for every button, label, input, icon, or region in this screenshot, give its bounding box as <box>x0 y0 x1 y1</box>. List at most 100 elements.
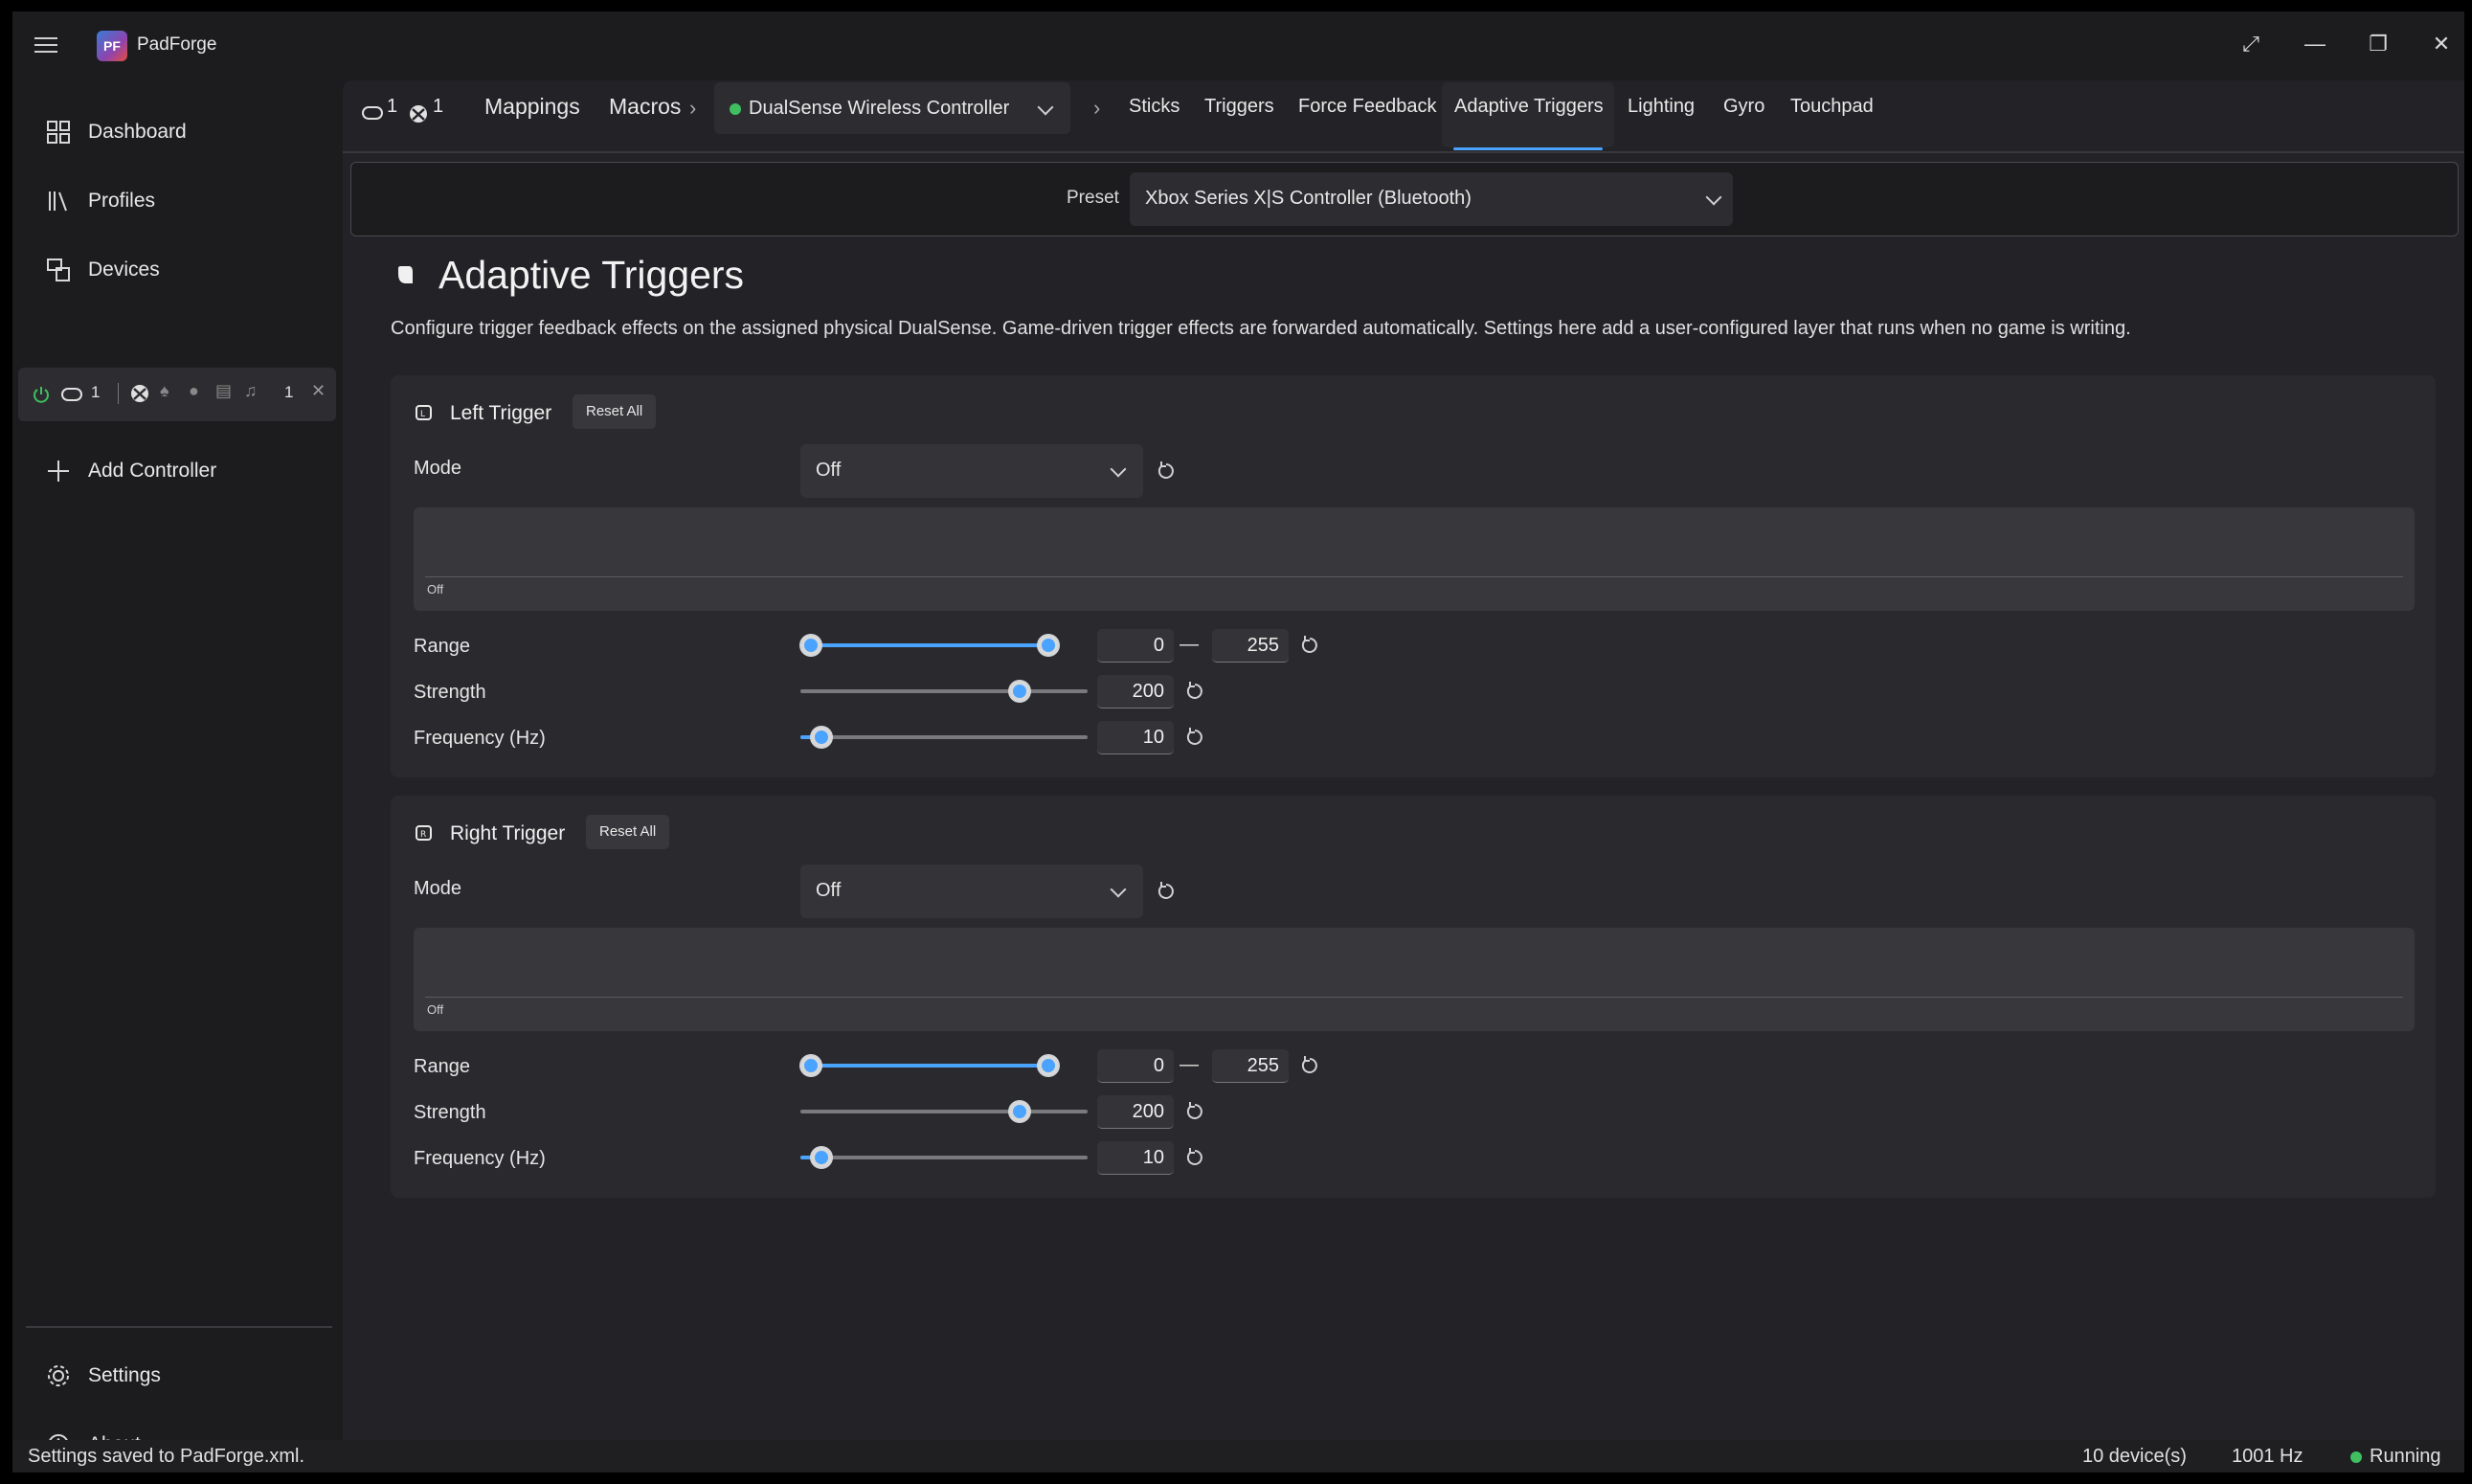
frequency-slider[interactable] <box>800 1143 1088 1172</box>
user-icon[interactable]: ● <box>189 381 199 401</box>
power-icon[interactable] <box>32 385 51 404</box>
xbox-icon <box>410 105 427 123</box>
reset-all-button[interactable]: Reset All <box>573 394 657 429</box>
effect-preview: Off <box>414 507 2415 611</box>
mode-value: Off <box>816 880 842 901</box>
tab-sticks[interactable]: Sticks <box>1129 96 1180 118</box>
tab-gyro[interactable]: Gyro <box>1723 96 1764 118</box>
midi-icon[interactable]: ♫ <box>244 381 258 401</box>
add-controller-button[interactable]: Add Controller <box>26 444 332 498</box>
svg-text:R: R <box>420 830 426 840</box>
effect-preview: Off <box>414 928 2415 1031</box>
range-min-thumb[interactable] <box>800 1055 821 1076</box>
mode-value: Off <box>816 460 842 481</box>
reset-frequency-icon[interactable] <box>1181 724 1208 751</box>
right-trigger-card: R Right Trigger Reset All Mode Off Off R… <box>391 796 2436 1198</box>
tab-adaptive-triggers[interactable]: Adaptive Triggers <box>1454 96 1604 118</box>
range-max-input[interactable]: 255 <box>1212 1049 1289 1083</box>
strength-input[interactable]: 200 <box>1097 675 1174 708</box>
sidebar-item-profiles[interactable]: Profiles <box>26 174 332 228</box>
slider-track <box>800 735 1088 739</box>
range-slider[interactable] <box>800 1051 1059 1080</box>
tab-touchpad[interactable]: Touchpad <box>1790 96 1874 118</box>
xbox-slot-count[interactable]: 1 <box>433 96 443 118</box>
range-label: Range <box>414 636 470 657</box>
range-min-input[interactable]: 0 <box>1097 1049 1174 1083</box>
plus-icon <box>48 461 69 482</box>
gamepad-slot-count[interactable]: 1 <box>387 96 397 118</box>
mode-label: Mode <box>414 458 462 479</box>
sidebar-item-devices[interactable]: Devices <box>26 243 332 297</box>
card-title: Left Trigger <box>450 402 552 424</box>
main-content: 1 1 Mappings Macros › DualSense Wireless… <box>343 80 2464 1440</box>
tab-force-feedback[interactable]: Force Feedback <box>1298 96 1437 118</box>
range-max-thumb[interactable] <box>1038 1055 1059 1076</box>
reset-strength-icon[interactable] <box>1181 678 1208 705</box>
tab-mappings[interactable]: Mappings <box>484 94 580 120</box>
frequency-input[interactable]: 10 <box>1097 1141 1174 1175</box>
card-title: Right Trigger <box>450 822 566 844</box>
gamepad-icon <box>61 388 82 401</box>
strength-thumb[interactable] <box>1009 681 1031 702</box>
frequency-slider[interactable] <box>800 723 1088 752</box>
range-max-input[interactable]: 255 <box>1212 629 1289 663</box>
reset-range-icon[interactable] <box>1296 632 1323 659</box>
sidebar-item-label: Profiles <box>88 190 156 212</box>
reset-frequency-icon[interactable] <box>1181 1144 1208 1171</box>
gamepad-icon <box>362 106 383 120</box>
controller-name: DualSense Wireless Controller <box>749 98 1010 119</box>
xbox-icon[interactable] <box>129 383 150 404</box>
tab-macros[interactable]: Macros <box>609 94 681 120</box>
tab-bar-divider <box>343 151 2464 153</box>
frequency-input[interactable]: 10 <box>1097 721 1174 754</box>
keyboard-icon[interactable]: ▤ <box>215 381 232 401</box>
frequency-thumb[interactable] <box>810 1147 832 1168</box>
mode-select[interactable]: Off <box>800 865 1143 918</box>
gamepad-count: 1 <box>91 383 101 401</box>
slider-fill <box>811 1064 1048 1068</box>
strength-value: 200 <box>1132 681 1164 702</box>
strength-thumb[interactable] <box>1009 1101 1031 1122</box>
strength-label: Strength <box>414 682 486 703</box>
strength-slider[interactable] <box>800 1097 1088 1126</box>
range-max-value: 255 <box>1247 635 1279 656</box>
reset-range-icon[interactable] <box>1296 1052 1323 1079</box>
status-bar: Settings saved to PadForge.xml. 10 devic… <box>12 1440 2464 1473</box>
reset-strength-icon[interactable] <box>1181 1098 1208 1125</box>
slider-track <box>800 689 1088 693</box>
left-trigger-icon: L <box>416 405 432 420</box>
frequency-value: 10 <box>1142 1147 1164 1168</box>
preset-bar: Preset Xbox Series X|S Controller (Bluet… <box>350 162 2459 236</box>
range-slider[interactable] <box>800 631 1059 660</box>
range-min-thumb[interactable] <box>800 635 821 656</box>
mode-select[interactable]: Off <box>800 444 1143 498</box>
close-button[interactable]: ✕ <box>2417 25 2464 63</box>
range-min-input[interactable]: 0 <box>1097 629 1174 663</box>
gear-icon <box>48 1365 69 1386</box>
minimize-button[interactable]: — <box>2291 25 2339 63</box>
remove-slot-icon[interactable]: ✕ <box>311 381 326 401</box>
preset-select[interactable]: Xbox Series X|S Controller (Bluetooth) <box>1130 172 1733 226</box>
chevron-down-icon <box>1705 189 1722 206</box>
xbox-count: 1 <box>284 383 294 401</box>
preview-caption: Off <box>427 582 444 596</box>
reset-mode-icon[interactable] <box>1153 458 1180 484</box>
frequency-thumb[interactable] <box>810 727 832 748</box>
sidebar-item-settings[interactable]: Settings <box>26 1349 332 1403</box>
range-max-thumb[interactable] <box>1038 635 1059 656</box>
tab-lighting[interactable]: Lighting <box>1628 96 1695 118</box>
reset-mode-icon[interactable] <box>1153 878 1180 905</box>
reset-all-button[interactable]: Reset All <box>586 815 670 849</box>
playstation-icon[interactable]: ♠ <box>160 381 169 401</box>
hamburger-menu-icon[interactable] <box>32 33 60 61</box>
restore-button[interactable]: ❐ <box>2354 25 2402 63</box>
sidebar-item-dashboard[interactable]: Dashboard <box>26 105 332 159</box>
device-slot-pill[interactable]: 1 ♠ ● ▤ ♫ 1 ✕ <box>18 368 336 421</box>
controller-select[interactable]: DualSense Wireless Controller <box>714 82 1070 134</box>
tab-triggers[interactable]: Triggers <box>1204 96 1274 118</box>
strength-slider[interactable] <box>800 677 1088 706</box>
profiles-icon <box>49 191 67 212</box>
expand-icon[interactable]: ⤢ <box>2227 25 2275 63</box>
range-separator: — <box>1180 634 1199 655</box>
strength-input[interactable]: 200 <box>1097 1095 1174 1129</box>
